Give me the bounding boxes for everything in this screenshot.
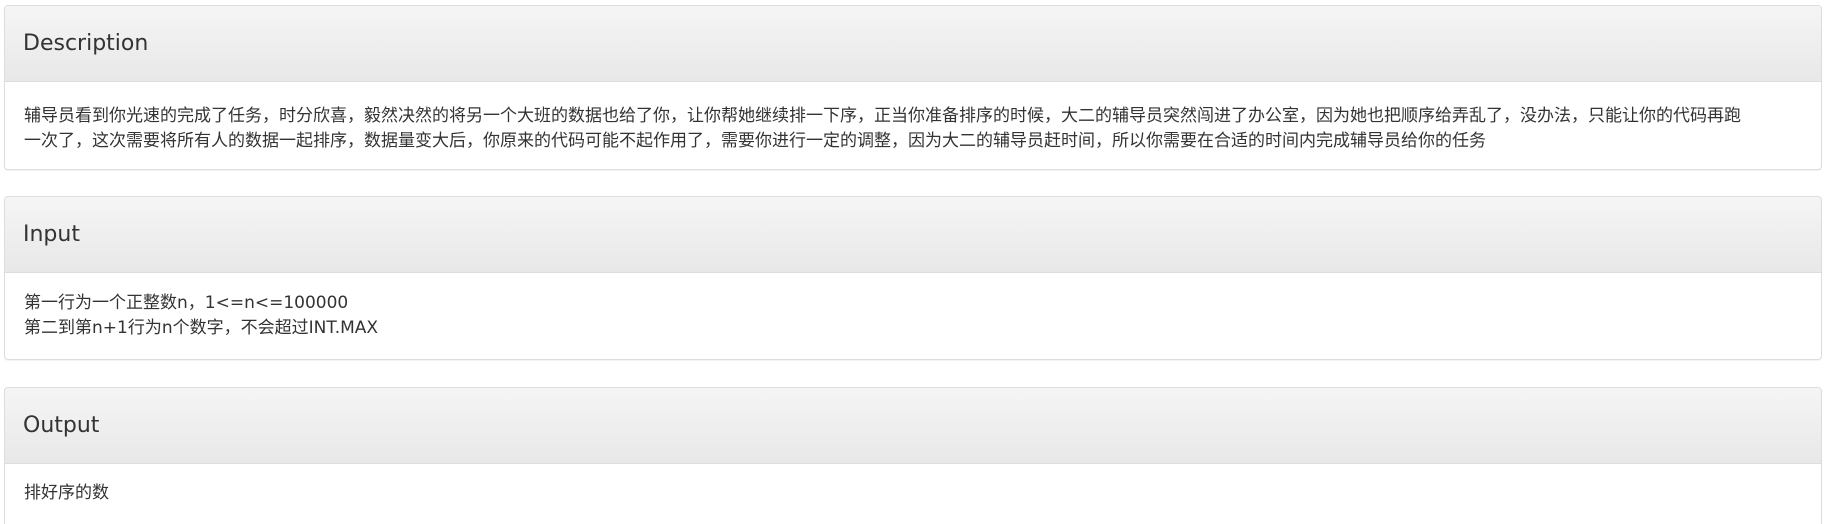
description-panel: Description 辅导员看到你光速的完成了任务，时分欣喜，毅然决然的将另一… [4,5,1822,170]
problem-page: Description 辅导员看到你光速的完成了任务，时分欣喜，毅然决然的将另一… [0,0,1826,524]
description-heading: Description [5,6,1821,82]
input-line: 第二到第n+1行为n个数字，不会超过INT.MAX [24,318,379,338]
input-title: Input [23,222,80,247]
description-line: 辅导员看到你光速的完成了任务，时分欣喜，毅然决然的将另一个大班的数据也给了你，让… [24,106,1741,126]
input-body: 第一行为一个正整数n，1<=n<=100000 第二到第n+1行为n个数字，不会… [5,273,1821,341]
description-body: 辅导员看到你光速的完成了任务，时分欣喜，毅然决然的将另一个大班的数据也给了你，让… [5,82,1821,154]
output-panel: Output 排好序的数 [4,387,1822,524]
description-line: 一次了，这次需要将所有人的数据一起排序，数据量变大后，你原来的代码可能不起作用了… [24,131,1486,151]
output-title: Output [23,413,100,438]
output-body: 排好序的数 [5,464,1821,506]
input-heading: Input [5,197,1821,273]
description-title: Description [23,31,149,56]
output-line: 排好序的数 [24,483,109,503]
output-heading: Output [5,388,1821,464]
input-line: 第一行为一个正整数n，1<=n<=100000 [24,293,349,313]
input-panel: Input 第一行为一个正整数n，1<=n<=100000 第二到第n+1行为n… [4,196,1822,360]
